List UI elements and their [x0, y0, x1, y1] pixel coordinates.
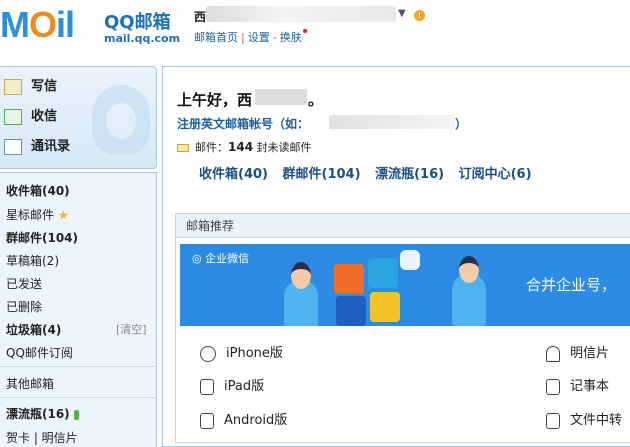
link-home[interactable]: 邮箱首页: [194, 31, 238, 44]
header: MOil QQ邮箱 mail.qq.com 西 ▼ ! 邮箱首页 | 设置 - 换肤: [0, 0, 630, 64]
register-english-link[interactable]: 注册英文邮箱帐号（如：: [177, 115, 309, 132]
quick-group[interactable]: 群邮件(104): [283, 167, 361, 182]
top-links: 邮箱首页 | 设置 - 换肤: [194, 29, 307, 45]
divider: [0, 366, 157, 367]
greeting: 上午好，西: [177, 91, 253, 109]
quick-subscription[interactable]: 订阅中心(6): [459, 167, 532, 182]
drift-bottle[interactable]: 漂流瓶(16): [6, 405, 79, 422]
chat-bubble-icon: [400, 250, 420, 270]
recommend-box: 邮箱推荐 ◎ 企业微信 合并企业号， iPhone版 iPad版 Android…: [175, 213, 630, 443]
calendar-icon: [546, 378, 560, 395]
divider: [0, 397, 157, 398]
clear-spam-link[interactable]: [清空]: [116, 321, 147, 337]
folder-deleted[interactable]: 已删除: [6, 298, 42, 315]
folder-inbox[interactable]: 收件箱(40): [6, 182, 70, 199]
tablet-icon: [200, 378, 214, 395]
file-icon: [546, 412, 560, 429]
logo-title: QQ邮箱: [104, 12, 171, 33]
redacted-user-name: [206, 6, 396, 22]
action-panel: 写信 收信 通讯录: [0, 66, 157, 169]
main-panel: 上午好，西 。 注册英文邮箱帐号（如： ） 邮件：144 封未读邮件 收件箱(4…: [162, 66, 630, 447]
folder-starred[interactable]: 星标邮件 ★: [6, 206, 69, 223]
apple-icon: [200, 345, 216, 362]
quick-inbox[interactable]: 收件箱(40): [199, 167, 268, 182]
inbox-download-icon: [4, 108, 22, 125]
cards-row[interactable]: 贺卡 | 明信片: [6, 429, 78, 446]
compose-button[interactable]: 写信: [4, 75, 57, 99]
redacted-register-example: [329, 115, 455, 129]
user-name[interactable]: 西: [194, 8, 206, 25]
folder-subscription[interactable]: QQ邮件订阅: [6, 344, 73, 361]
puzzle-piece-icon: [336, 296, 366, 326]
link-skin[interactable]: 换肤: [280, 31, 302, 44]
app-iphone[interactable]: iPhone版: [200, 342, 283, 362]
banner-text: 合并企业号，: [526, 276, 617, 294]
app-android[interactable]: Android版: [200, 409, 287, 429]
person-illustration-left-icon: [284, 262, 318, 326]
puzzle-piece-icon: [334, 264, 364, 294]
recommend-title: 邮箱推荐: [176, 214, 630, 238]
compose-icon: [4, 78, 22, 95]
folder-group[interactable]: 群邮件(104): [6, 229, 78, 246]
qq-mail-logo[interactable]: MOil: [0, 4, 75, 46]
person-illustration-right-icon: [452, 256, 486, 326]
wecom-banner[interactable]: ◎ 企业微信 合并企业号，: [180, 244, 630, 326]
app-postcard[interactable]: 明信片: [546, 342, 609, 362]
puzzle-piece-icon: [368, 258, 398, 288]
heart-icon: [546, 345, 560, 362]
folder-spam[interactable]: 垃圾箱(4): [6, 321, 61, 338]
folder-drafts[interactable]: 草稿箱(2): [6, 252, 59, 269]
other-mailbox[interactable]: 其他邮箱: [6, 375, 54, 392]
star-icon: ★: [58, 208, 69, 222]
folder-list: 收件箱(40) 星标邮件 ★ 群邮件(104) 草稿箱(2) 已发送 已删除 垃圾…: [0, 172, 157, 447]
address-book-icon: [4, 138, 22, 155]
app-ipad[interactable]: iPad版: [200, 375, 264, 395]
alert-icon[interactable]: !: [414, 10, 425, 21]
contacts-button[interactable]: 通讯录: [4, 135, 70, 159]
unread-count: 144: [228, 140, 254, 154]
greeting-tail: 。: [308, 91, 324, 109]
bottle-icon: [73, 409, 79, 420]
quick-links: 收件箱(40) 群邮件(104) 漂流瓶(16) 订阅中心(6): [199, 163, 542, 182]
quick-bottle[interactable]: 漂流瓶(16): [375, 167, 444, 182]
register-tail: ）: [455, 117, 468, 131]
unread-summary: 邮件：144 封未读邮件: [177, 139, 312, 155]
logo-url: mail.qq.com: [104, 32, 181, 45]
redacted-greeting-name: [255, 89, 307, 105]
app-file-transfer[interactable]: 文件中转: [546, 409, 622, 429]
app-notepad[interactable]: 记事本: [546, 375, 609, 395]
new-dot-icon: [302, 29, 307, 33]
android-icon: [200, 412, 214, 429]
puzzle-piece-icon: [370, 292, 400, 322]
receive-button[interactable]: 收信: [4, 105, 57, 129]
folder-sent[interactable]: 已发送: [6, 275, 42, 292]
user-menu-caret-icon[interactable]: ▼: [398, 8, 406, 19]
banner-label: ◎ 企业微信: [192, 252, 250, 265]
envelope-icon: [177, 144, 189, 152]
penguin-watermark-icon: [92, 85, 150, 155]
link-settings[interactable]: 设置: [248, 31, 270, 44]
